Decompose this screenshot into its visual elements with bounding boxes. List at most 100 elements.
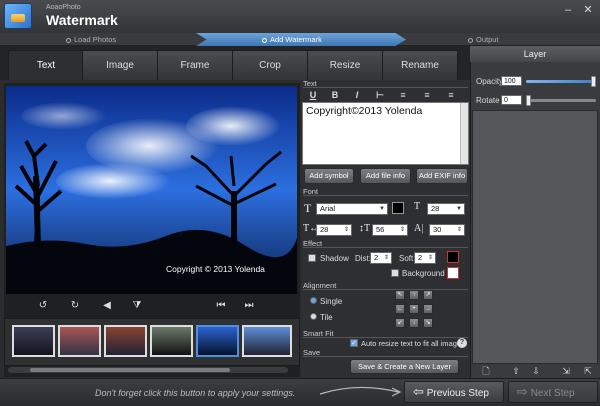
thumbnail[interactable] [12, 325, 55, 357]
soft-spinner[interactable]: 2 ⇕ [414, 252, 436, 264]
align-center-button[interactable]: • [409, 304, 419, 314]
chevron-down-icon: ▼ [379, 206, 385, 212]
rotate-slider[interactable] [526, 99, 596, 102]
minimize-button[interactable]: – [560, 3, 576, 17]
previous-image-icon[interactable]: ⏮ [214, 299, 228, 313]
add-file-info-button[interactable]: Add file info [360, 168, 411, 184]
shadow-checkbox[interactable] [308, 254, 316, 262]
letter-spacing-icon: A| [414, 223, 424, 234]
align-bottom-right-button[interactable]: ↘ [423, 318, 433, 328]
align-top-left-button[interactable]: ↖ [395, 290, 405, 300]
help-icon[interactable]: ? [457, 338, 467, 348]
rotate-input[interactable]: 0 [501, 95, 522, 105]
export-layer-icon[interactable]: ⇱ [582, 366, 594, 376]
next-step-button[interactable]: ⇨ Next Step [508, 381, 598, 403]
align-bottom-button[interactable]: ↓ [409, 318, 419, 328]
layer-down-icon[interactable]: ⇩ [530, 366, 542, 376]
step-load-photos[interactable]: Load Photos [66, 34, 116, 45]
previous-step-button[interactable]: ⇦ Previous Step [404, 381, 504, 403]
shadow-color-swatch[interactable] [447, 251, 459, 263]
hint-arrow-icon [319, 386, 402, 397]
add-symbol-button[interactable]: Add symbol [304, 168, 354, 184]
tab-crop[interactable]: Crop [232, 50, 308, 80]
tab-text[interactable]: Text [8, 50, 84, 80]
thumbnail[interactable] [242, 325, 292, 357]
tab-rename[interactable]: Rename [382, 50, 458, 80]
photo-preview[interactable] [6, 86, 297, 294]
save-new-layer-button[interactable]: Save & Create a New Layer [350, 359, 459, 374]
text-input-scrollbar[interactable] [460, 103, 468, 164]
layer-list[interactable] [472, 110, 598, 364]
opacity-input[interactable]: 100 [501, 76, 522, 86]
opacity-slider-thumb[interactable] [591, 76, 596, 87]
tab-frame[interactable]: Frame [157, 50, 233, 80]
text-height-spinner[interactable]: 56 ⇕ [372, 224, 408, 236]
app-logo-icon [4, 3, 32, 29]
dist-spinner[interactable]: 2 ⇕ [370, 252, 392, 264]
save-section-header: Save [303, 349, 468, 357]
background-color-swatch[interactable] [447, 267, 459, 279]
soft-label: Soft: [399, 254, 416, 263]
background-checkbox[interactable] [391, 269, 399, 277]
letter-spacing-spinner[interactable]: 30 ⇕ [429, 224, 465, 236]
align-left-button[interactable]: ← [395, 304, 405, 314]
thumbnail-selected[interactable] [196, 325, 239, 357]
step-dot-icon [66, 37, 71, 43]
font-color-swatch[interactable] [392, 202, 404, 214]
add-exif-info-button[interactable]: Add EXIF info [416, 168, 468, 184]
align-top-button[interactable]: ↑ [409, 290, 419, 300]
tab-image[interactable]: Image [82, 50, 158, 80]
italic-button[interactable]: I [350, 89, 364, 101]
underline-button[interactable]: U [306, 89, 320, 101]
align-center-button[interactable]: ≡ [420, 89, 434, 101]
strike-button[interactable]: ⊢ [373, 89, 387, 101]
flip-vertical-icon[interactable]: ⧩ [130, 299, 144, 313]
rotate-left-icon[interactable]: ↺ [36, 299, 50, 313]
smart-fit-section-header: Smart Fit [303, 330, 468, 338]
step-add-watermark[interactable]: Add Watermark [262, 34, 322, 45]
layer-up-icon[interactable]: ⇧ [510, 366, 522, 376]
flip-horizontal-icon[interactable]: ◀ [100, 299, 114, 313]
single-radio[interactable] [310, 297, 317, 304]
bold-button[interactable]: B [328, 89, 342, 101]
auto-resize-checkbox[interactable]: ✓ [350, 339, 358, 347]
import-layer-icon[interactable]: ⇲ [560, 366, 572, 376]
watermark-text-input[interactable]: Copyright©2013 Yolenda [302, 102, 469, 165]
rotate-label: Rotate [476, 96, 500, 105]
font-family-select[interactable]: Arial ▼ [316, 203, 388, 215]
align-right-button[interactable]: ≡ [444, 89, 458, 101]
tile-radio[interactable] [310, 313, 317, 320]
close-button[interactable]: ✕ [580, 3, 596, 17]
next-image-icon[interactable]: ⏭ [242, 299, 256, 313]
thumbnail[interactable] [58, 325, 101, 357]
thumbnail[interactable] [104, 325, 147, 357]
thumbnail[interactable] [150, 325, 193, 357]
font-size-icon: T [414, 201, 421, 212]
text-section-header: Text [303, 80, 468, 88]
rotate-slider-thumb[interactable] [526, 95, 531, 106]
new-layer-icon[interactable]: 🗋 [480, 366, 492, 376]
align-left-button[interactable]: ≡ [396, 89, 410, 101]
tile-label: Tile [320, 313, 333, 322]
align-bottom-left-button[interactable]: ↙ [395, 318, 405, 328]
rotate-right-icon[interactable]: ↻ [68, 299, 82, 313]
thumbnail-scrollbar-thumb[interactable] [30, 368, 230, 372]
step-output[interactable]: Output [468, 34, 499, 45]
font-size-spinner[interactable]: 28 ▼ [427, 203, 465, 215]
spinner-arrows-icon: ⇕ [399, 227, 405, 233]
app-title: Watermark [46, 12, 118, 28]
align-top-right-button[interactable]: ↗ [423, 290, 433, 300]
alignment-section-header: Alignment [303, 282, 468, 290]
align-right-button[interactable]: → [423, 304, 433, 314]
tab-resize[interactable]: Resize [307, 50, 383, 80]
dist-label: Dist: [355, 254, 371, 263]
font-section-header: Font [303, 188, 468, 196]
opacity-slider[interactable] [526, 80, 596, 83]
step-dot-icon [468, 37, 473, 43]
text-width-spinner[interactable]: 28 ⇕ [316, 224, 352, 236]
single-label: Single [320, 297, 343, 306]
arrow-left-icon: ⇦ [413, 384, 424, 399]
landscape-photo [6, 86, 297, 294]
spinner-arrows-icon: ⇕ [343, 227, 349, 233]
watermark-overlay-text[interactable]: Copyright © 2013 Yolenda [166, 264, 265, 274]
